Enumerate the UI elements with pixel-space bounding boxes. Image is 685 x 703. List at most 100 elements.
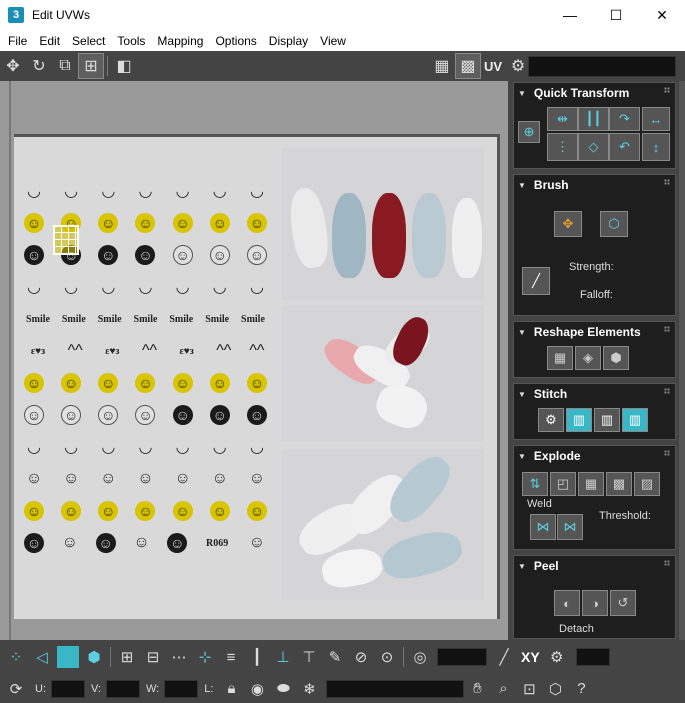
quick-peel-button[interactable]: ◐ — [554, 590, 580, 616]
explode-faces-button[interactable]: ⇅ — [522, 472, 548, 496]
minimize-button[interactable]: — — [547, 0, 593, 30]
selection-filter-dropdown[interactable] — [326, 679, 465, 698]
element-mode-icon[interactable]: ⬢ — [81, 644, 107, 670]
falloff-value[interactable] — [575, 648, 610, 666]
paint-larger-icon[interactable]: ⊙ — [374, 644, 400, 670]
polygon-mode-icon[interactable] — [57, 646, 79, 668]
explode-uv-button[interactable]: ◰ — [550, 472, 576, 496]
relax-button[interactable]: ◈ — [575, 346, 601, 370]
ring-grow-icon[interactable]: ⊥ — [270, 644, 296, 670]
rollout-header[interactable]: ▼ Quick Transform — [514, 83, 675, 103]
collapse-triangle-icon[interactable]: ▼ — [518, 89, 526, 98]
relax-brush-button[interactable]: ⬡ — [600, 211, 628, 237]
paint-smaller-icon[interactable]: ⊘ — [348, 644, 374, 670]
v-field[interactable] — [106, 679, 140, 698]
close-button[interactable]: ✕ — [639, 0, 685, 30]
paint-select-icon[interactable]: ✎ — [322, 644, 348, 670]
menu-display[interactable]: Display — [263, 34, 314, 48]
stitch-target-button[interactable]: ▥ — [622, 408, 648, 432]
align-vertical-button[interactable]: ┃┃ — [578, 107, 609, 131]
uv-selection-grid[interactable] — [53, 225, 79, 255]
ring-select-icon[interactable]: ≡ — [218, 644, 244, 670]
explode-settings-button[interactable]: ▨ — [634, 472, 660, 496]
soft-select-icon[interactable]: ◎ — [407, 644, 433, 670]
transform-type-icon[interactable]: ⟳ — [3, 676, 29, 702]
collapse-triangle-icon[interactable]: ▼ — [518, 452, 526, 461]
zoom-region-icon[interactable]: ⊡ — [516, 676, 542, 702]
rollout-header[interactable]: ▼ Brush — [514, 175, 675, 195]
u-field[interactable] — [51, 679, 85, 698]
rollout-header[interactable]: ▼ Explode — [514, 446, 675, 466]
weld-selected-button[interactable]: ⋈ — [530, 514, 556, 540]
menu-file[interactable]: File — [2, 34, 33, 48]
menu-view[interactable]: View — [314, 34, 352, 48]
space-h-button[interactable]: ↔ — [642, 107, 670, 131]
pivot-button[interactable]: ⊕ — [518, 121, 540, 143]
loop-select-icon[interactable]: ⋯ — [166, 644, 192, 670]
explode-smoothing-button[interactable]: ▦ — [578, 472, 604, 496]
collapse-triangle-icon[interactable]: ▼ — [518, 390, 526, 399]
weld-all-button[interactable]: ⋈ — [557, 514, 583, 540]
w-field[interactable] — [164, 679, 199, 698]
stitch-source-button[interactable]: ▥ — [566, 408, 592, 432]
freeze-icon[interactable]: ❄ — [296, 676, 322, 702]
edge-mode-icon[interactable]: ◁ — [29, 644, 55, 670]
visibility-icon[interactable]: ◉ — [244, 676, 270, 702]
explode-material-button[interactable]: ▩ — [606, 472, 632, 496]
grip-icon[interactable] — [664, 179, 670, 185]
menu-options[interactable]: Options — [209, 34, 262, 48]
falloff-line-icon[interactable]: ╱ — [491, 644, 517, 670]
rotate-icon[interactable]: ↻ — [26, 53, 52, 79]
pan-icon[interactable]: ✋︎ — [464, 676, 490, 702]
absolute-mode-icon[interactable]: ⚙ — [544, 644, 570, 670]
space-v-button[interactable]: ↕ — [642, 133, 670, 161]
menu-edit[interactable]: Edit — [33, 34, 66, 48]
move-icon[interactable]: ✥ — [0, 53, 26, 79]
peel-reset-button[interactable]: ↺ — [610, 590, 636, 616]
rotate-ccw-button[interactable]: ↶ — [609, 133, 640, 161]
menu-mapping[interactable]: Mapping — [151, 34, 209, 48]
zoom-extents-icon[interactable]: ⬡ — [542, 676, 568, 702]
grip-icon[interactable] — [664, 388, 670, 394]
align-center-button[interactable]: ◇ — [578, 133, 609, 161]
lock-icon[interactable]: 🔒︎ — [218, 676, 244, 702]
xy-label[interactable]: XY — [521, 649, 540, 665]
rollout-header[interactable]: ▼ Reshape Elements — [514, 322, 675, 342]
vertex-mode-icon[interactable]: ⁘ — [3, 644, 29, 670]
uv-label[interactable]: UV — [484, 59, 502, 74]
relax-settings-button[interactable]: ⬢ — [603, 346, 629, 370]
grip-icon[interactable] — [664, 326, 670, 332]
rollout-header[interactable]: ▼ Peel — [514, 556, 675, 576]
collapse-triangle-icon[interactable]: ▼ — [518, 328, 526, 337]
edge-select-icon[interactable]: ┃ — [244, 644, 270, 670]
checker-icon[interactable]: ▦ — [429, 53, 455, 79]
ring-shrink-icon[interactable]: ⊤ — [296, 644, 322, 670]
rotate-cw-button[interactable]: ↷ — [609, 107, 640, 131]
stitch-average-button[interactable]: ▥ — [594, 408, 620, 432]
paint-move-button[interactable]: ✥ — [554, 211, 582, 237]
grow-select-icon[interactable]: ⊞ — [114, 644, 140, 670]
collapse-triangle-icon[interactable]: ▼ — [518, 562, 526, 571]
menu-select[interactable]: Select — [66, 34, 111, 48]
scale-icon[interactable]: ⧉ — [52, 53, 78, 79]
mirror-icon[interactable]: ◧ — [111, 53, 137, 79]
texture-dropdown[interactable] — [528, 56, 676, 77]
peel-mode-button[interactable]: ◑ — [582, 590, 608, 616]
shrink-select-icon[interactable]: ⊟ — [140, 644, 166, 670]
zoom-icon[interactable]: ⌕ — [490, 676, 516, 702]
loop-grow-icon[interactable]: ⊹ — [192, 644, 218, 670]
stitch-custom-button[interactable]: ⚙ — [538, 408, 564, 432]
falloff-curve-button[interactable]: ╱ — [522, 267, 550, 295]
menu-tools[interactable]: Tools — [111, 34, 151, 48]
freeform-icon[interactable]: ⊞ — [78, 53, 104, 79]
rollout-header[interactable]: ▼ Stitch — [514, 384, 675, 404]
soft-select-value[interactable] — [437, 648, 487, 666]
help-icon[interactable]: ? — [568, 676, 594, 702]
straighten-button[interactable]: ▦ — [547, 346, 573, 370]
checker-texture-icon[interactable]: ▩ — [454, 53, 481, 79]
grip-icon[interactable] — [664, 450, 670, 456]
grip-icon[interactable] — [664, 87, 670, 93]
panel-scrollbar[interactable] — [679, 81, 685, 640]
space-horizontal-button[interactable]: ⋮ — [547, 133, 578, 161]
maximize-button[interactable]: ☐ — [593, 0, 639, 30]
